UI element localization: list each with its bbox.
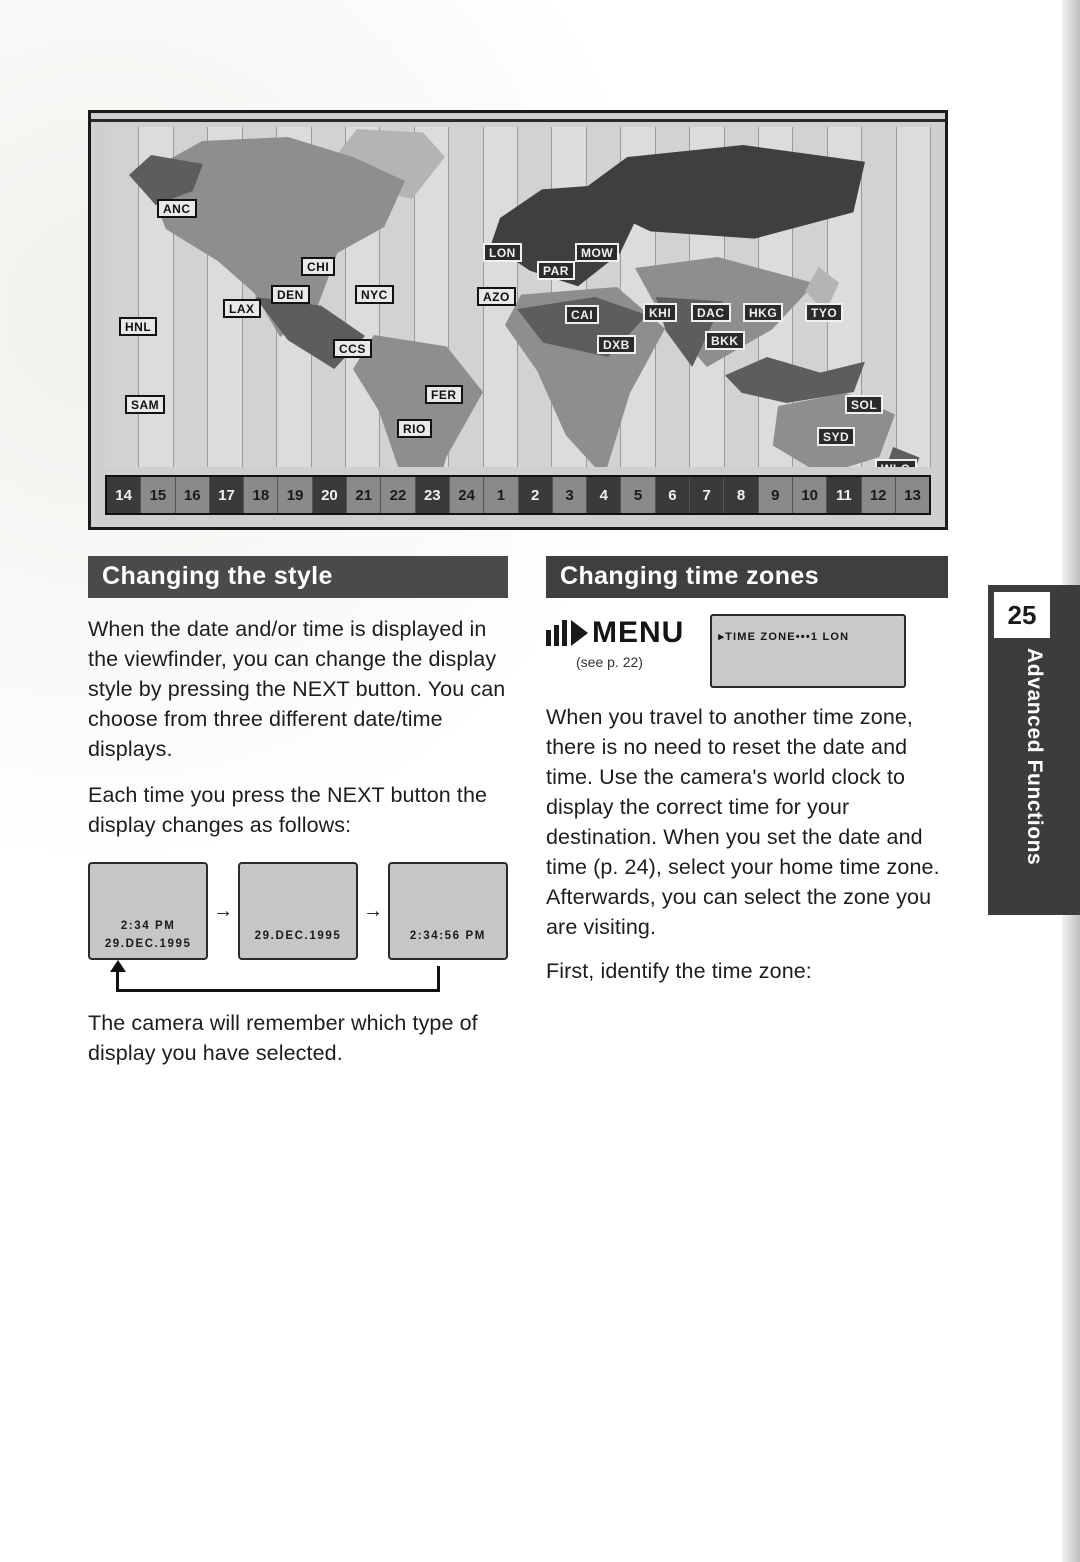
map-hour-cell: 24 xyxy=(449,477,485,513)
map-city-label-tyo: TYO xyxy=(805,303,844,322)
map-hour-cell: 12 xyxy=(861,477,896,513)
map-hour-cell: 4 xyxy=(587,477,622,513)
lcd-arrow-2: → xyxy=(362,899,383,922)
left-paragraph-1: When the date and/or time is displayed i… xyxy=(88,617,506,761)
world-time-zone-map: ANC HNL LAX DEN CHI NYC CCS SAM FER RIO AZO LON PAR M… xyxy=(88,110,948,530)
map-city-label-azo: AZO xyxy=(477,287,516,306)
map-hour-cell: 6 xyxy=(655,477,691,513)
map-hour-cell: 20 xyxy=(312,477,348,513)
lcd-screen-1: 2:34 PM 29.DEC.1995 xyxy=(88,862,209,960)
lcd-time-zone-display: ▸TIME ZONE•••1 LON xyxy=(710,614,907,688)
map-city-label-hkg: HKG xyxy=(743,303,784,322)
map-hour-cell: 14 xyxy=(107,477,142,513)
map-hour-cell: 9 xyxy=(758,477,793,513)
play-triangle-icon xyxy=(571,620,588,646)
map-hour-cell: 16 xyxy=(175,477,210,513)
map-hour-cell: 2 xyxy=(518,477,553,513)
lcd-screen-3-line1: 2:34:56 PM xyxy=(409,930,486,942)
map-city-label-mow: MOW xyxy=(575,243,620,262)
section-heading-changing-style: Changing the style xyxy=(88,556,508,598)
map-city-label-ccs: CCS xyxy=(333,339,372,358)
menu-bars-icon xyxy=(546,620,567,646)
map-hour-cell: 23 xyxy=(415,477,450,513)
right-paragraph-1: When you travel to another time zone, th… xyxy=(546,705,940,939)
map-hour-strip: 14 15 16 17 18 19 20 21 22 23 24 1 2 3 4 5 6 7 8 9 10 11 12 13 xyxy=(105,475,931,515)
section-heading-changing-time-zones: Changing time zones xyxy=(546,556,948,598)
two-column-body: Changing the style When the date and/or … xyxy=(88,556,948,1068)
map-zone-column xyxy=(896,127,931,467)
map-hour-cell: 5 xyxy=(621,477,656,513)
lcd-loop-arrow xyxy=(88,960,488,992)
map-city-label-syd: SYD xyxy=(817,427,856,446)
loop-bar xyxy=(116,989,440,992)
map-city-label-fer: FER xyxy=(425,385,463,404)
map-ocean: ANC HNL LAX DEN CHI NYC CCS SAM FER RIO AZO LON PAR M… xyxy=(105,127,931,467)
page-number: 25 xyxy=(994,592,1050,638)
right-column: Changing time zones MENU (see p. 22) ▸TI… xyxy=(546,556,948,1068)
see-page-note: (see p. 22) xyxy=(576,654,643,670)
map-hour-cell: 7 xyxy=(690,477,725,513)
page-content: ANC HNL LAX DEN CHI NYC CCS SAM FER RIO AZO LON PAR M… xyxy=(88,110,948,1068)
map-hour-cell: 1 xyxy=(484,477,519,513)
map-city-label-anc: ANC xyxy=(157,199,197,218)
right-paragraph-2: First, identify the time zone: xyxy=(546,959,812,983)
map-hour-cell: 22 xyxy=(381,477,416,513)
left-column: Changing the style When the date and/or … xyxy=(88,556,509,1068)
menu-mark: MENU xyxy=(546,616,684,650)
map-city-label-dac: DAC xyxy=(691,303,731,322)
map-hour-cell: 8 xyxy=(724,477,759,513)
left-paragraph-2: Each time you press the NEXT button the … xyxy=(88,783,488,837)
lcd-arrow-1: → xyxy=(213,899,234,922)
map-hour-cell: 10 xyxy=(792,477,828,513)
map-city-label-sam: SAM xyxy=(125,395,166,414)
loop-arrow-head-icon xyxy=(110,960,126,972)
lcd-screen-3: 2:34:56 PM xyxy=(387,862,509,960)
map-city-label-sol: SOL xyxy=(845,395,884,414)
map-hour-cell: 19 xyxy=(278,477,313,513)
lcd-screen-2-line1: 29.DEC.1995 xyxy=(254,930,342,942)
map-city-label-rio: RIO xyxy=(397,419,432,438)
map-city-label-nyc: NYC xyxy=(355,285,394,304)
map-hour-cell: 13 xyxy=(895,477,930,513)
map-hour-cell: 11 xyxy=(827,477,862,513)
map-city-label-dxb: DXB xyxy=(597,335,636,354)
map-city-label-den: DEN xyxy=(271,285,310,304)
map-hour-cell: 15 xyxy=(141,477,176,513)
map-city-label-lon: LON xyxy=(483,243,522,262)
map-city-label-wlg: WLG xyxy=(875,459,917,467)
map-top-rule xyxy=(91,119,945,122)
map-city-label-lax: LAX xyxy=(223,299,261,318)
lcd-sequence: 2:34 PM 29.DEC.1995 → 29.DEC.1995 → 2:34… xyxy=(88,862,509,960)
lcd-screen-2: 29.DEC.1995 xyxy=(237,862,359,960)
map-hour-cell: 3 xyxy=(552,477,588,513)
loop-right-riser xyxy=(437,966,440,992)
lcd-screen-1-line1: 2:34 PM xyxy=(120,920,176,932)
map-city-label-hnl: HNL xyxy=(119,317,158,336)
lcd-time-zone-text: ▸TIME ZONE•••1 LON xyxy=(718,631,850,643)
left-paragraph-3: The camera will remember which type of d… xyxy=(88,1011,478,1065)
map-city-label-bkk: BKK xyxy=(705,331,745,350)
map-city-label-par: PAR xyxy=(537,261,575,280)
map-city-label-chi: CHI xyxy=(301,257,336,276)
map-city-label-khi: KHI xyxy=(643,303,678,322)
menu-label: MENU xyxy=(592,616,685,649)
lcd-screen-1-line2: 29.DEC.1995 xyxy=(104,938,192,950)
side-tab-label: Advanced Functions xyxy=(1023,648,1046,866)
map-city-label-cai: CAI xyxy=(565,305,600,324)
menu-reference-block: MENU (see p. 22) ▸TIME ZONE•••1 LON xyxy=(546,614,948,688)
map-hour-cell: 18 xyxy=(244,477,279,513)
map-hour-cell: 21 xyxy=(347,477,382,513)
map-hour-cell: 17 xyxy=(209,477,245,513)
